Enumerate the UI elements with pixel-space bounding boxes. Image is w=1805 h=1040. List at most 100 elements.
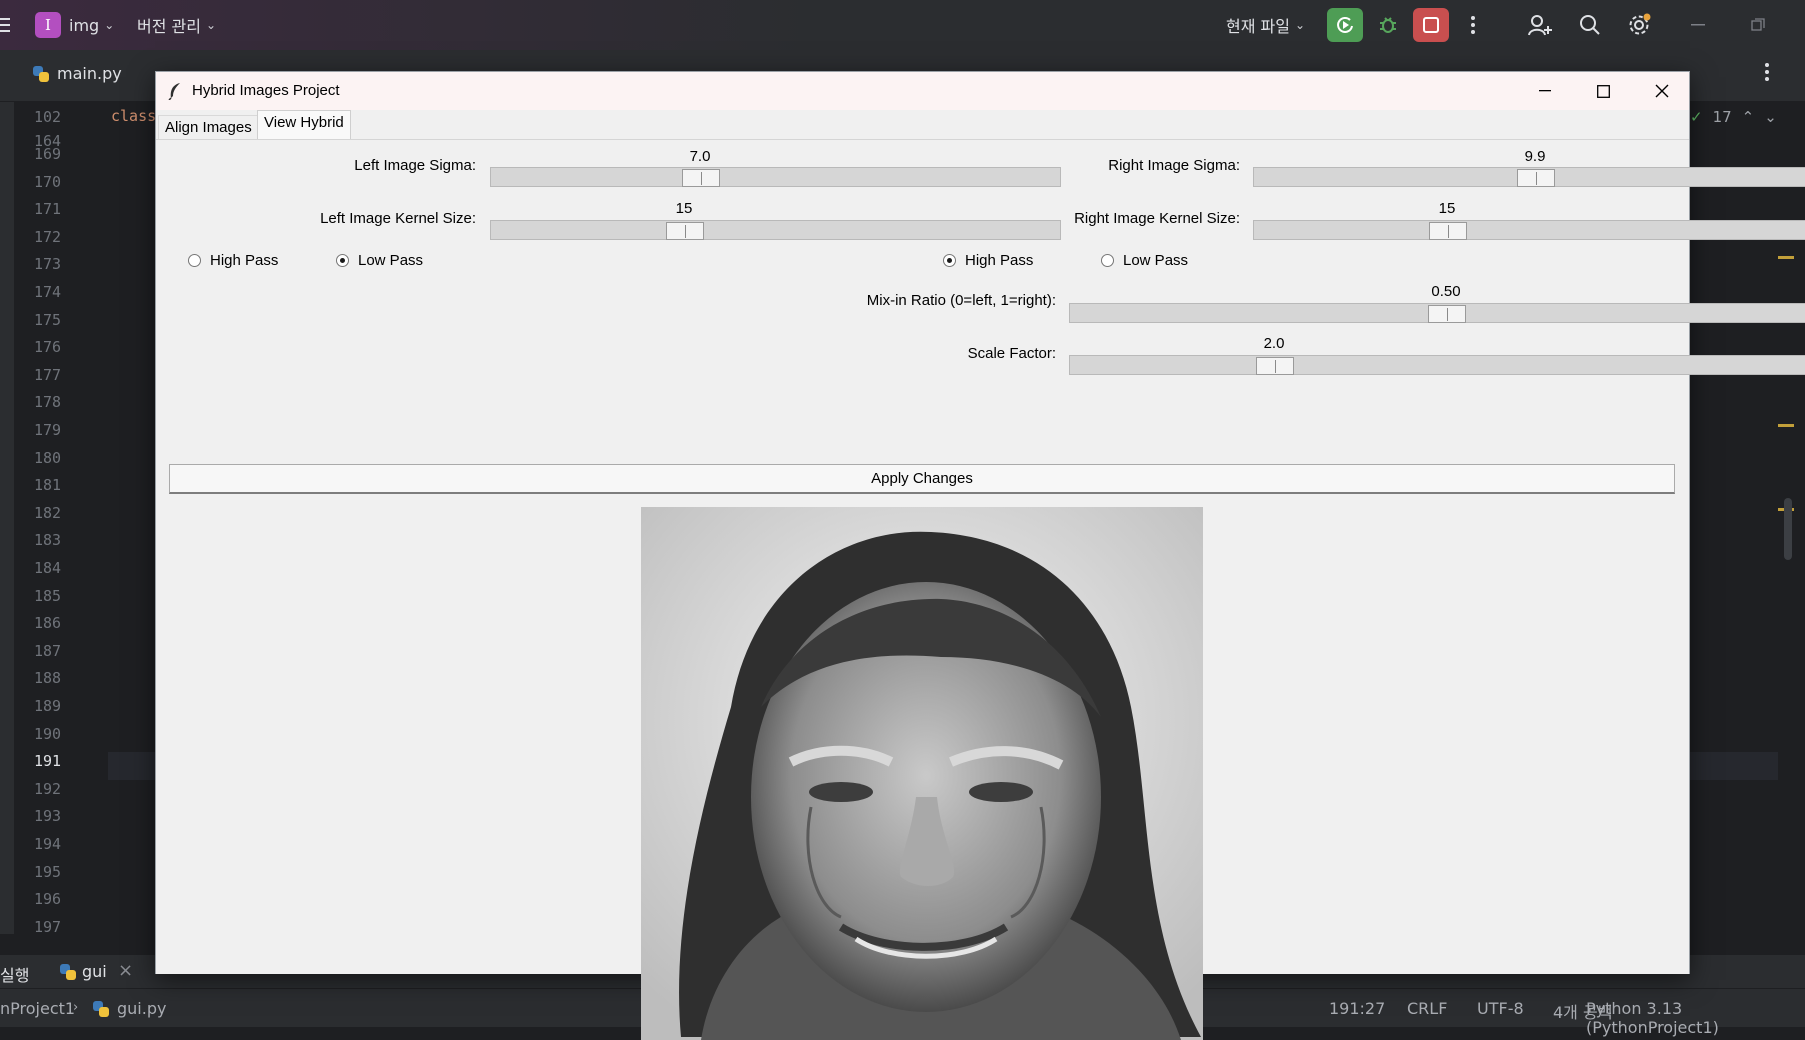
rerun-button[interactable] bbox=[1327, 8, 1363, 42]
python-file-icon bbox=[33, 65, 49, 82]
line-number: 102 bbox=[34, 108, 62, 126]
hybrid-image-preview bbox=[641, 507, 1203, 1040]
slider-thumb[interactable] bbox=[682, 169, 720, 187]
right-sigma-label: Right Image Sigma: bbox=[1108, 157, 1240, 174]
close-icon[interactable]: × bbox=[118, 960, 133, 981]
run-label[interactable]: 실행 bbox=[0, 962, 29, 986]
line-number: 192 bbox=[34, 779, 62, 798]
radio-label: Low Pass bbox=[1123, 252, 1189, 269]
line-number: 194 bbox=[34, 835, 62, 853]
slider-thumb[interactable] bbox=[666, 222, 704, 240]
line-number: 188 bbox=[34, 669, 62, 688]
slider-thumb[interactable] bbox=[1256, 357, 1294, 375]
stop-icon bbox=[1423, 17, 1439, 33]
left-low-pass-radio[interactable]: Low Pass bbox=[336, 252, 423, 269]
mix-ratio-slider[interactable] bbox=[1069, 303, 1805, 323]
add-user-icon[interactable] bbox=[1522, 8, 1558, 42]
inspection-count: 17 bbox=[1712, 108, 1732, 126]
close-button[interactable] bbox=[1633, 72, 1691, 110]
file-encoding[interactable]: UTF-8 bbox=[1477, 999, 1524, 1018]
line-separator[interactable]: CRLF bbox=[1407, 999, 1447, 1018]
apply-changes-button[interactable]: Apply Changes bbox=[169, 464, 1675, 494]
warning-marker[interactable] bbox=[1778, 424, 1794, 427]
python-interpreter[interactable]: Python 3.13 (PythonProject1) bbox=[1586, 999, 1805, 1037]
slider-thumb[interactable] bbox=[1429, 222, 1467, 240]
line-number: 170 bbox=[34, 172, 62, 191]
main-menu-icon[interactable] bbox=[0, 0, 12, 50]
run-config-selector[interactable]: 현재 파일 ⌄ bbox=[1226, 0, 1305, 50]
line-number: 172 bbox=[34, 227, 62, 246]
line-number: 185 bbox=[34, 586, 62, 605]
line-number: 183 bbox=[34, 531, 62, 550]
line-number: 181 bbox=[34, 476, 62, 495]
scale-factor-slider[interactable] bbox=[1069, 355, 1805, 375]
mix-ratio-value: 0.50 bbox=[1431, 283, 1461, 300]
more-options-icon[interactable] bbox=[1455, 8, 1491, 42]
right-high-pass-radio[interactable]: High Pass bbox=[943, 252, 1033, 269]
scale-factor-label: Scale Factor: bbox=[967, 345, 1056, 362]
line-number: 182 bbox=[34, 503, 62, 522]
left-high-pass-radio[interactable]: High Pass bbox=[188, 252, 278, 269]
radio-indicator[interactable] bbox=[943, 254, 956, 267]
line-number: 179 bbox=[34, 421, 62, 439]
search-icon[interactable] bbox=[1572, 8, 1608, 42]
line-number: 193 bbox=[34, 807, 62, 826]
radio-indicator[interactable] bbox=[188, 254, 201, 267]
breadcrumb-project[interactable]: nProject1 bbox=[0, 999, 75, 1018]
chevron-down-icon[interactable]: ⌄ bbox=[1764, 108, 1777, 126]
run-tab-gui[interactable]: gui bbox=[82, 962, 107, 981]
slider-thumb[interactable] bbox=[1428, 305, 1466, 323]
minimize-button[interactable] bbox=[1516, 72, 1574, 110]
line-number: 195 bbox=[34, 862, 62, 881]
vcs-menu[interactable]: 버전 관리 ⌄ bbox=[137, 0, 216, 50]
slider-thumb[interactable] bbox=[1517, 169, 1555, 187]
notebook-tabs: Align Images View Hybrid bbox=[156, 110, 1689, 140]
radio-indicator[interactable] bbox=[336, 254, 349, 267]
ide-title-bar: I img ⌄ 버전 관리 ⌄ 현재 파일 ⌄ bbox=[0, 0, 1805, 50]
chevron-up-icon[interactable]: ⌃ bbox=[1742, 108, 1755, 126]
inspection-widget[interactable]: ✓ 17 ⌃ ⌄ bbox=[1690, 108, 1777, 126]
editor-tab-main-py[interactable]: main.py bbox=[33, 64, 122, 83]
minimize-icon bbox=[1539, 90, 1551, 92]
code-keyword: class bbox=[111, 107, 157, 125]
window-title: Hybrid Images Project bbox=[192, 82, 340, 99]
line-number: 171 bbox=[34, 200, 62, 219]
line-number: 191 bbox=[34, 752, 62, 771]
left-sigma-value: 7.0 bbox=[689, 148, 711, 165]
chevron-down-icon: ⌄ bbox=[104, 18, 115, 32]
maximize-button[interactable] bbox=[1574, 72, 1632, 110]
minimize-icon[interactable] bbox=[1680, 8, 1716, 42]
caret-position[interactable]: 191:27 bbox=[1329, 999, 1385, 1018]
left-kernel-value: 15 bbox=[675, 200, 693, 217]
right-sigma-slider[interactable] bbox=[1253, 167, 1805, 187]
radio-label: Low Pass bbox=[358, 252, 424, 269]
gear-icon[interactable] bbox=[1621, 8, 1657, 42]
stop-button[interactable] bbox=[1413, 8, 1449, 42]
scrollbar-thumb[interactable] bbox=[1784, 498, 1792, 560]
breadcrumb-file[interactable]: gui.py bbox=[117, 999, 166, 1018]
line-number: 196 bbox=[34, 890, 62, 909]
scale-factor-value: 2.0 bbox=[1263, 335, 1285, 352]
check-icon: ✓ bbox=[1690, 108, 1703, 126]
debug-button[interactable] bbox=[1370, 8, 1406, 42]
tab-view-hybrid[interactable]: View Hybrid bbox=[257, 110, 351, 140]
line-number: 184 bbox=[34, 559, 62, 577]
restore-icon[interactable] bbox=[1740, 8, 1776, 42]
tab-align-images[interactable]: Align Images bbox=[158, 115, 259, 140]
radio-label: High Pass bbox=[965, 252, 1034, 269]
tab-options-icon[interactable] bbox=[1764, 62, 1770, 82]
line-number: 175 bbox=[34, 310, 62, 329]
rerun-icon bbox=[1337, 17, 1353, 33]
chevron-down-icon: ⌄ bbox=[205, 18, 217, 32]
project-selector[interactable]: I img ⌄ bbox=[35, 0, 114, 50]
right-low-pass-radio[interactable]: Low Pass bbox=[1101, 252, 1188, 269]
left-sigma-label: Left Image Sigma: bbox=[354, 157, 476, 174]
project-name: img bbox=[69, 15, 100, 35]
radio-indicator[interactable] bbox=[1101, 254, 1114, 267]
window-title-bar[interactable]: Hybrid Images Project bbox=[156, 72, 1689, 110]
run-config-label: 현재 파일 bbox=[1226, 17, 1290, 36]
warning-marker[interactable] bbox=[1778, 256, 1794, 259]
radio-label: High Pass bbox=[210, 252, 279, 269]
editor-tab-label: main.py bbox=[57, 64, 122, 83]
right-kernel-slider[interactable] bbox=[1253, 220, 1805, 240]
